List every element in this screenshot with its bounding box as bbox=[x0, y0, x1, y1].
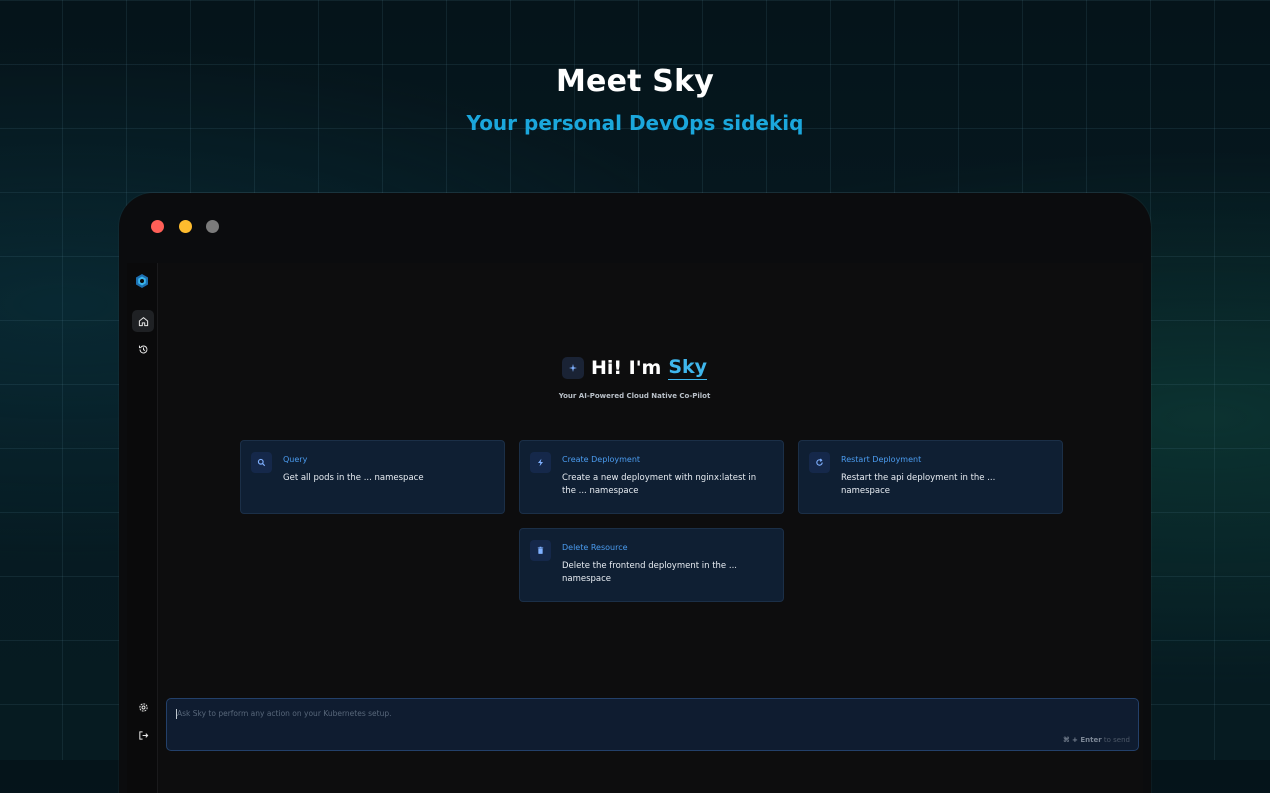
logout-icon bbox=[138, 726, 149, 745]
sidebar-item-logout[interactable] bbox=[132, 724, 154, 746]
card-title: Query bbox=[283, 455, 308, 464]
app-content: Hi! I'm Sky Your AI-Powered Cloud Native… bbox=[127, 263, 1143, 793]
sidebar-item-settings[interactable] bbox=[132, 696, 154, 718]
app-window: Hi! I'm Sky Your AI-Powered Cloud Native… bbox=[119, 193, 1151, 793]
hero-subtitle: Your personal DevOps sidekiq bbox=[466, 111, 804, 135]
refresh-icon bbox=[809, 452, 830, 473]
suggestion-card-restart-deployment[interactable]: Restart Deployment Restart the api deplo… bbox=[798, 440, 1063, 514]
greeting-name: Sky bbox=[668, 356, 708, 380]
suggestion-card-query[interactable]: Query Get all pods in the ... namespace bbox=[240, 440, 505, 514]
card-description: Create a new deployment with nginx:lates… bbox=[562, 473, 757, 496]
window-zoom-button[interactable] bbox=[206, 220, 219, 233]
card-title: Restart Deployment bbox=[841, 455, 922, 464]
sidebar-item-home[interactable] bbox=[132, 310, 154, 332]
suggestion-card-create-deployment[interactable]: Create Deployment Create a new deploymen… bbox=[519, 440, 784, 514]
lightning-icon bbox=[530, 452, 551, 473]
greeting-text: Hi! I'm bbox=[590, 357, 662, 379]
suggestion-card-delete-resource[interactable]: Delete Resource Delete the frontend depl… bbox=[519, 528, 784, 602]
card-title: Delete Resource bbox=[562, 543, 628, 552]
window-minimize-button[interactable] bbox=[179, 220, 192, 233]
trash-icon bbox=[530, 540, 551, 561]
send-hint: ⌘ + Enter to send bbox=[1063, 736, 1130, 744]
prompt-input[interactable] bbox=[175, 707, 1079, 731]
search-icon bbox=[251, 452, 272, 473]
card-description: Restart the api deployment in the ... na… bbox=[841, 473, 996, 496]
main-panel: Hi! I'm Sky Your AI-Powered Cloud Native… bbox=[158, 263, 1143, 793]
card-title: Create Deployment bbox=[562, 455, 641, 464]
window-close-button[interactable] bbox=[151, 220, 164, 233]
greeting: Hi! I'm Sky bbox=[142, 356, 1127, 380]
prompt-composer: ⌘ + Enter to send bbox=[166, 698, 1139, 751]
tagline: Your AI-Powered Cloud Native Co-Pilot bbox=[558, 392, 711, 400]
sidebar bbox=[127, 263, 158, 793]
send-hint-text: to send bbox=[1103, 736, 1130, 744]
card-description: Delete the frontend deployment in the ..… bbox=[562, 561, 737, 584]
sky-logo-icon[interactable] bbox=[134, 273, 150, 289]
gear-icon bbox=[138, 698, 149, 717]
send-shortcut: ⌘ + Enter bbox=[1063, 736, 1102, 744]
home-icon bbox=[138, 312, 149, 331]
hero-title: Meet Sky bbox=[555, 64, 715, 99]
card-description: Get all pods in the ... namespace bbox=[283, 473, 424, 483]
sparkle-icon bbox=[561, 357, 584, 379]
